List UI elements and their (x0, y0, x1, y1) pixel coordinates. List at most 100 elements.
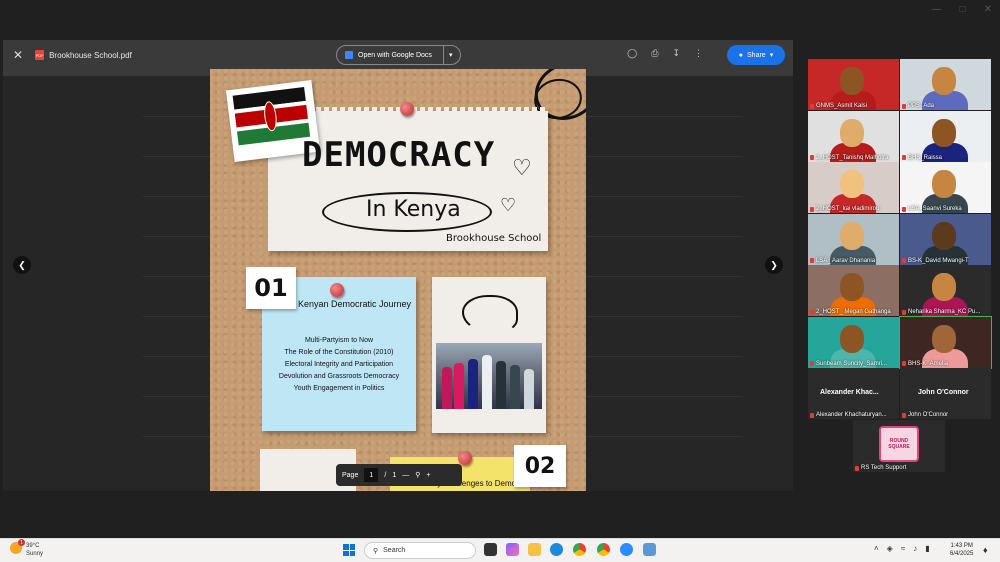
video-tile[interactable]: 2_HOST_kai vladimirou (808, 162, 899, 213)
mic-muted-icon (810, 258, 814, 263)
video-tile[interactable]: 2_HOST_ Megan Gathanga (808, 265, 899, 316)
heart-icon: ♡ (512, 155, 532, 180)
open-with-button[interactable]: Open with Google Docs ▾ (336, 45, 462, 65)
docs-icon (345, 51, 353, 59)
globe-icon: ● (738, 51, 744, 59)
pin-icon (458, 451, 472, 465)
participant-name: PPS- Ada (902, 103, 934, 109)
wifi-icon[interactable]: ≈ (901, 544, 905, 553)
page-controls: Page 1 / 1 — ⚲ + (336, 464, 462, 486)
participant-name: BHS-K_Amelia (902, 361, 948, 367)
weather-condition: Sunny (26, 551, 44, 557)
next-arrow-icon[interactable]: ❯ (765, 256, 783, 274)
chrome-icon[interactable] (573, 543, 586, 556)
start-icon[interactable] (343, 544, 355, 556)
mic-muted-icon (902, 309, 906, 315)
more-options-icon[interactable]: ⋮ (694, 48, 703, 59)
close-icon[interactable]: ✕ (13, 48, 23, 62)
zoom-icon[interactable]: ⚲ (415, 471, 420, 479)
participant-face (840, 221, 864, 250)
participant-face (840, 118, 864, 147)
window-controls: — □ ✕ (932, 4, 992, 15)
notification-bell-icon[interactable]: ♦ (983, 545, 988, 555)
list-item: Youth Engagement in Politics (293, 385, 385, 392)
list-item: Devolution and Grassroots Democracy (278, 373, 400, 380)
video-tile[interactable]: ROUND SQUARE RS Tech Support (853, 420, 945, 472)
close-window-icon[interactable]: ✕ (984, 4, 992, 15)
add-shortcut-icon[interactable]: ◯ (627, 48, 637, 59)
mic-muted-icon (810, 155, 814, 160)
video-tile[interactable]: LSA_ Aarav Dhanania (808, 213, 899, 265)
search-box[interactable]: ⚲ Search (364, 542, 476, 559)
search-icon: ⚲ (373, 547, 379, 555)
participant-name: 2_HOST_Tanishq Malhotra (810, 155, 888, 161)
pin-icon (400, 102, 414, 116)
video-tile[interactable]: PPS- Ada (900, 59, 991, 110)
zoom-app-icon[interactable] (620, 543, 633, 556)
participant-name: RS Tech Support (855, 465, 906, 471)
network-icon[interactable]: ◈ (887, 544, 893, 553)
battery-icon[interactable]: ▮ (925, 544, 929, 553)
section2-number: 02 (514, 445, 566, 487)
video-tile[interactable]: 2_HOST_Tanishq Malhotra (808, 110, 899, 162)
copilot-icon[interactable] (506, 543, 519, 556)
share-label: Share (747, 51, 766, 59)
participant-face (932, 118, 956, 147)
share-chevron-icon[interactable]: ▾ (770, 51, 774, 59)
participant-name: LSA_Saanvi Sureka (902, 206, 962, 212)
maximize-icon[interactable]: □ (960, 4, 966, 15)
page-label: Page (342, 471, 359, 479)
participant-face (840, 67, 864, 95)
kenya-flag-icon (232, 86, 311, 146)
previous-arrow-icon[interactable]: ❮ (13, 256, 31, 274)
poster-school: Brookhouse School (446, 233, 542, 244)
weather-widget[interactable]: 1 39°C Sunny (10, 539, 44, 558)
video-tile[interactable]: BHS-K_Amelia (899, 315, 992, 369)
page-separator: / (384, 471, 387, 479)
desktop: — □ ✕ ✕ PDF Brookhouse School.pdf Open w… (0, 0, 1000, 538)
mic-muted-icon (902, 103, 906, 109)
mic-muted-icon (902, 361, 906, 366)
video-tile[interactable]: GNMS_Asmit Kalsi (808, 59, 899, 110)
volume-icon[interactable]: ♪ (913, 544, 917, 553)
round-square-logo: ROUND SQUARE (879, 426, 919, 462)
temperature: 39°C (26, 543, 40, 549)
date: 6/4/2025 (950, 551, 974, 557)
remote-desktop-icon[interactable] (643, 543, 656, 556)
edge-icon[interactable] (550, 543, 563, 556)
share-button[interactable]: ● Share ▾ (727, 45, 785, 65)
print-icon[interactable]: ⎙ (651, 48, 658, 59)
poster-subtitle: In Kenya (366, 197, 461, 222)
video-tile[interactable]: LSA_Saanvi Sureka (900, 162, 991, 213)
poster-title: DEMOCRACY (302, 135, 496, 175)
chevron-up-icon[interactable]: ˄ (874, 544, 879, 553)
video-tile[interactable]: Neharika Sharma_KC Pu... (900, 265, 991, 316)
heart-icon: ♡ (500, 195, 517, 215)
chrome-profile-icon[interactable] (597, 543, 610, 556)
participant-face (932, 170, 956, 198)
participant-face (840, 324, 864, 353)
clock[interactable]: 1:43 PM 6/4/2025 (950, 542, 973, 558)
file-name: Brookhouse School.pdf (49, 50, 132, 60)
video-tile[interactable]: BHS_Raissa (900, 110, 991, 162)
task-view-icon[interactable] (484, 543, 497, 556)
minimize-icon[interactable]: — (932, 4, 942, 15)
pdf-page: DEMOCRACY ♡ ♡ In Kenya Brookhouse School… (210, 69, 586, 491)
mic-muted-icon (810, 103, 814, 109)
file-explorer-icon[interactable] (528, 543, 541, 556)
alexander-name: Alexander Khac... (820, 389, 879, 396)
mic-muted-icon (810, 206, 814, 212)
system-tray: ˄ ◈ ≈ ♪ ▮ (874, 544, 930, 553)
section1-list: Multi-Partyism to Now The Role of the Co… (262, 335, 416, 395)
video-tile[interactable]: BS-K_David Mwangi-T (900, 213, 991, 265)
chevron-down-icon[interactable]: ▾ (449, 51, 453, 59)
arrow-doodle-icon (462, 295, 518, 333)
list-item: The Role of the Constitution (2010) (284, 349, 394, 356)
list-item: Multi-Partyism to Now (304, 337, 374, 344)
section1-title: Kenyan Democratic Journey (298, 299, 412, 309)
video-tile[interactable]: Sunbeam Suncity_Samri... (808, 316, 899, 368)
page-input[interactable]: 1 (364, 468, 379, 482)
zoom-in-icon[interactable]: + (426, 472, 430, 479)
download-icon[interactable]: ↧ (672, 48, 680, 59)
zoom-out-icon[interactable]: — (402, 472, 409, 479)
